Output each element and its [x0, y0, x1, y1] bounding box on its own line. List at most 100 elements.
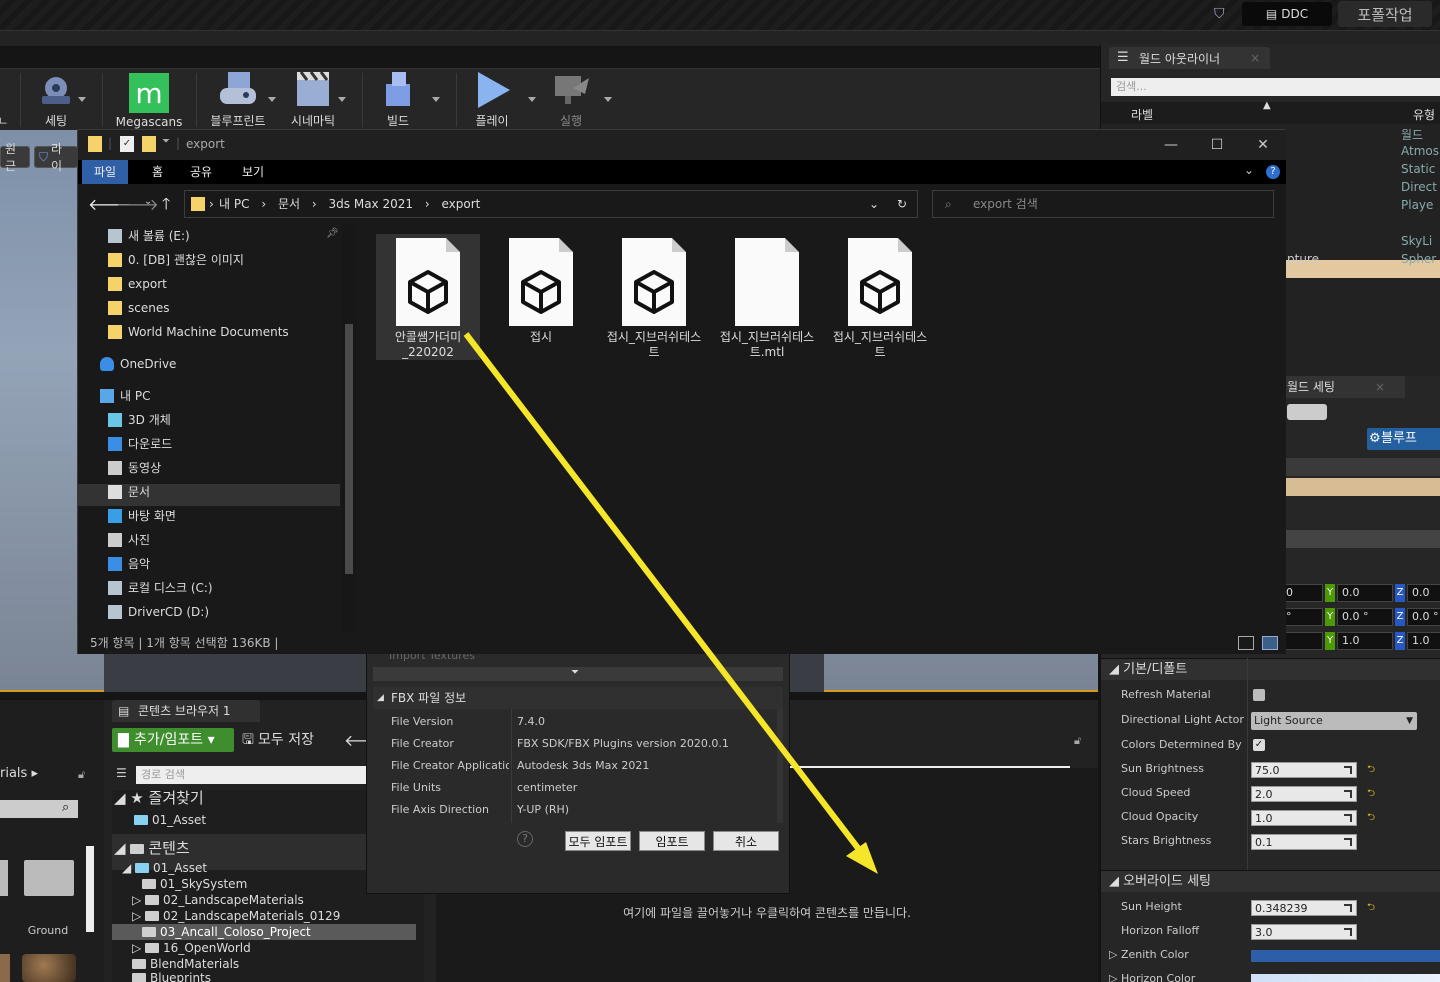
- reset-arrow-icon[interactable]: ⮌: [1367, 762, 1377, 775]
- content-header[interactable]: ◢ 콘텐츠: [114, 840, 190, 860]
- close-icon[interactable]: ×: [1375, 380, 1385, 394]
- forward-arrow-icon[interactable]: 🡒: [116, 194, 159, 214]
- refresh-material-checkbox[interactable]: [1253, 689, 1265, 701]
- nav-item[interactable]: World Machine Documents: [108, 320, 289, 344]
- folder-thumbnail[interactable]: [24, 860, 74, 896]
- play-dropdown-arrow[interactable]: [528, 97, 536, 102]
- details-view-icon[interactable]: [1238, 636, 1254, 650]
- viewport-lit-button[interactable]: ⛉ 라이: [34, 142, 78, 173]
- pin-icon[interactable]: 📌︎: [326, 228, 339, 239]
- tree-folder[interactable]: Blueprints: [132, 970, 211, 982]
- outliner-row-type[interactable]: Static: [1401, 162, 1440, 180]
- outliner-search-input[interactable]: 검색...: [1111, 78, 1440, 96]
- path-search-input[interactable]: 경로 검색: [136, 766, 366, 784]
- play-button[interactable]: 플레이: [466, 69, 518, 131]
- horizon-color-swatch[interactable]: [1251, 974, 1440, 982]
- colors-by-sun-checkbox[interactable]: ✓: [1253, 739, 1265, 751]
- blueprint-edit-button[interactable]: ⚙ 블루프: [1367, 428, 1440, 450]
- build-dropdown-arrow[interactable]: [432, 97, 440, 102]
- scale-x-field[interactable]: [1281, 632, 1323, 650]
- outliner-row-type[interactable]: Atmos: [1401, 144, 1440, 162]
- new-folder-icon[interactable]: [142, 136, 156, 152]
- import-button[interactable]: 임포트: [639, 831, 705, 851]
- import-all-button[interactable]: 모두 임포트: [565, 831, 631, 851]
- reset-arrow-icon[interactable]: ⮌: [1367, 786, 1377, 799]
- category-default[interactable]: ◢ 기본/디폴트: [1101, 658, 1440, 680]
- save-all-button[interactable]: 🖫︎ 모두 저장: [240, 728, 340, 752]
- breadcrumb-item[interactable]: 3ds Max 2021: [329, 197, 413, 211]
- left-path-label[interactable]: rials ▸: [0, 766, 38, 781]
- nav-item[interactable]: 새 볼륨 (E:): [108, 224, 190, 248]
- nav-item[interactable]: 로컬 디스크 (C:): [108, 576, 213, 600]
- fav-folder[interactable]: 01_Asset: [134, 812, 206, 828]
- help-icon[interactable]: ?: [1266, 165, 1280, 179]
- minimize-icon[interactable]: —: [1148, 130, 1194, 160]
- cinematics-dropdown-arrow[interactable]: [338, 97, 346, 102]
- maximize-icon[interactable]: ☐: [1194, 130, 1240, 160]
- nav-item[interactable]: 3D 개체: [108, 408, 171, 432]
- category-override[interactable]: ◢ 오버라이드 세팅: [1101, 870, 1440, 892]
- horizon-falloff-field[interactable]: 3.0: [1251, 924, 1357, 940]
- launch-dropdown-arrow[interactable]: [604, 97, 612, 102]
- tree-folder[interactable]: ▷ 02_LandscapeMaterials_0129: [132, 908, 340, 924]
- lock-icon[interactable]: 🔓︎: [78, 768, 85, 782]
- up-arrow-icon[interactable]: 🡑: [162, 193, 170, 220]
- file-item[interactable]: 접시_지브러쉬테스트.mtl: [715, 234, 819, 360]
- scrollbar-thumb[interactable]: [345, 324, 353, 574]
- breadcrumb-item[interactable]: 문서: [278, 197, 300, 211]
- reset-arrow-icon[interactable]: ⮌: [1367, 900, 1377, 913]
- folder-thumbnail[interactable]: [0, 860, 8, 896]
- tab-share[interactable]: 공유: [178, 160, 224, 184]
- add-import-button[interactable]: ▇ 추가/임포트 ▾: [112, 728, 234, 752]
- file-item[interactable]: 안콜쌤가더미_220202: [376, 234, 480, 360]
- asset-thumbnail[interactable]: [0, 954, 10, 982]
- address-bar[interactable]: › 내 PC › 문서 › 3ds Max 2021 › export ⌄ ↻: [184, 190, 918, 218]
- prop-zenith-color[interactable]: ▷ Zenith Color: [1109, 944, 1233, 966]
- explorer-title-bar[interactable]: | ✓ ⏷ | export — ☐ ✕: [78, 130, 1286, 160]
- cinematics-button[interactable]: 시네마틱: [286, 69, 340, 131]
- blueprint-button[interactable]: 블루프린트: [206, 69, 270, 131]
- outliner-row-type[interactable]: 월드: [1401, 126, 1440, 144]
- nav-item[interactable]: 바탕 화면: [108, 504, 176, 528]
- nav-scrollbar[interactable]: [342, 224, 356, 632]
- stars-brightness-field[interactable]: 0.1: [1251, 834, 1357, 850]
- location-z-field[interactable]: 0.0: [1407, 584, 1440, 602]
- refresh-icon[interactable]: ↻: [897, 191, 907, 217]
- tree-folder[interactable]: ◢ 01_Asset: [122, 860, 207, 876]
- scrollbar[interactable]: [777, 709, 783, 823]
- nav-item[interactable]: 동영상: [108, 456, 161, 480]
- nav-item[interactable]: 문서: [108, 480, 150, 504]
- tree-folder[interactable]: ▷ 02_LandscapeMaterials: [132, 892, 304, 908]
- expand-options-bar[interactable]: ⏷: [373, 667, 783, 681]
- nav-item[interactable]: export: [108, 272, 167, 296]
- close-icon[interactable]: ×: [1250, 51, 1260, 65]
- rotation-x-field[interactable]: °: [1281, 608, 1323, 626]
- outliner-row-type[interactable]: Spher: [1401, 252, 1440, 270]
- rotation-y-field[interactable]: 0.0 °: [1337, 608, 1393, 626]
- chevron-down-icon[interactable]: ⌄: [1244, 163, 1254, 177]
- breadcrumb-item[interactable]: export: [441, 197, 480, 211]
- nav-item[interactable]: 사진: [108, 528, 150, 552]
- nav-item[interactable]: scenes: [108, 296, 169, 320]
- ddc-button[interactable]: ▤ DDC: [1242, 2, 1332, 26]
- details-search-input[interactable]: [1287, 404, 1327, 420]
- column-label[interactable]: 라벨: [1131, 106, 1153, 123]
- file-item[interactable]: 접시: [489, 234, 593, 360]
- sun-brightness-field[interactable]: 75.0: [1251, 762, 1357, 778]
- close-icon[interactable]: ✕: [1240, 130, 1286, 160]
- nav-item[interactable]: 다운로드: [108, 432, 172, 456]
- build-button[interactable]: 빌드: [372, 69, 424, 131]
- reset-arrow-icon[interactable]: ⮌: [1367, 810, 1377, 823]
- tree-folder[interactable]: 01_SkySystem: [142, 876, 247, 892]
- location-x-field[interactable]: 0: [1281, 584, 1323, 602]
- tree-folder[interactable]: ▷ 16_OpenWorld: [132, 940, 251, 956]
- quick-access-dropdown-icon[interactable]: ⏷: [162, 136, 170, 147]
- file-item[interactable]: 접시_지브러쉬테스트: [602, 234, 706, 360]
- favorites-header[interactable]: ◢ ★ 즐겨찾기: [114, 790, 204, 810]
- zenith-color-swatch[interactable]: [1251, 950, 1440, 962]
- scale-z-field[interactable]: 1.0: [1407, 632, 1440, 650]
- prop-horizon-color[interactable]: ▷ Horizon Color: [1109, 968, 1233, 982]
- settings-dropdown-arrow[interactable]: [78, 97, 86, 102]
- scale-y-field[interactable]: 1.0: [1337, 632, 1393, 650]
- filter-list-icon[interactable]: ☰: [116, 766, 127, 780]
